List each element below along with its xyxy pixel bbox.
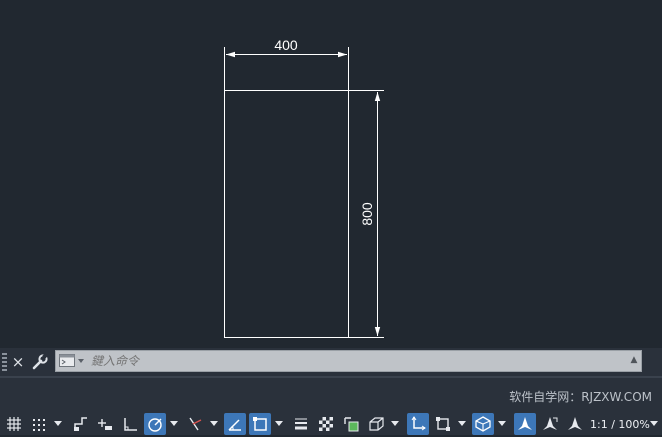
command-prompt-icon[interactable] [59,354,85,368]
drag-handle-icon[interactable] [2,353,7,371]
annotation-scale-icon[interactable] [564,413,586,435]
width-dimension-text: 400 [274,37,298,53]
gizmo-icon[interactable] [472,413,494,435]
dynamic-ucs-icon[interactable] [407,413,429,435]
polar-tracking-icon[interactable] [144,413,166,435]
3d-object-snap-icon[interactable] [365,413,387,435]
transparency-icon[interactable] [315,413,337,435]
drawing-svg: 400 800 [224,37,384,338]
drawing-canvas[interactable]: 400 800 [0,0,662,348]
auto-scale-icon[interactable] [539,413,561,435]
ortho-icon[interactable] [119,413,141,435]
rectangle-shape[interactable] [224,90,349,338]
scale-label[interactable]: 1:1 / 100% [590,418,650,431]
selection-filter-icon[interactable] [432,413,454,435]
snap-dropdown-icon[interactable] [54,421,62,426]
selection-filter-dropdown-icon[interactable] [458,421,466,426]
infer-constraints-icon[interactable] [69,413,91,435]
isodraft-icon[interactable] [184,413,206,435]
snap-icon[interactable] [28,413,50,435]
watermark-text: 软件自学网：RJZXW.COM [509,390,652,404]
polar-dropdown-icon[interactable] [170,421,178,426]
3d-snap-dropdown-icon[interactable] [391,421,399,426]
command-line-bar: × ▲ [0,348,662,376]
object-snap-tracking-icon[interactable] [224,413,246,435]
scale-dropdown-icon[interactable] [650,421,658,426]
customize-wrench-icon[interactable] [31,353,49,371]
command-input-box[interactable]: ▲ [55,350,642,372]
dynamic-input-icon[interactable] [94,413,116,435]
annotation-visibility-icon[interactable] [514,413,536,435]
status-area: 软件自学网：RJZXW.COM 1:1 / 100% [0,376,662,435]
close-icon[interactable]: × [11,353,25,371]
object-snap-icon[interactable] [249,413,271,435]
command-input[interactable] [91,352,591,370]
gizmo-dropdown-icon[interactable] [498,421,506,426]
status-bar: 1:1 / 100% [0,411,662,437]
selection-cycling-icon[interactable] [340,413,362,435]
lineweight-icon[interactable] [290,413,312,435]
height-dimension-text: 800 [359,202,375,226]
grid-icon[interactable] [3,413,25,435]
isodraft-dropdown-icon[interactable] [210,421,218,426]
scroll-up-icon[interactable]: ▲ [629,355,639,365]
object-snap-dropdown-icon[interactable] [275,421,283,426]
